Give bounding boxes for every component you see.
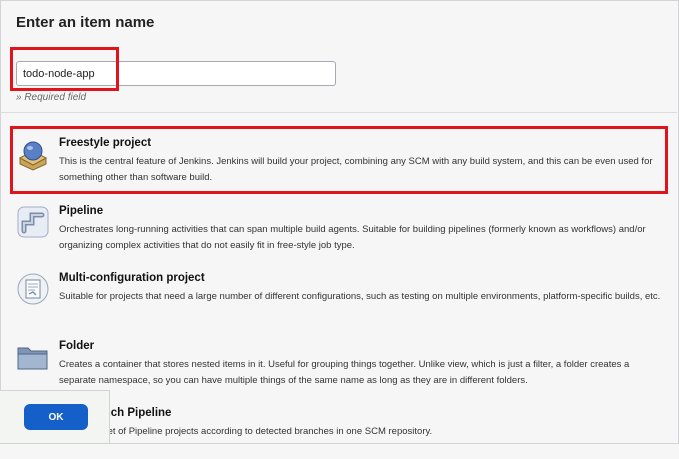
multi-configuration-icon [16, 272, 50, 306]
item-type-pipeline[interactable]: Pipeline Orchestrates long-running activ… [16, 205, 666, 257]
item-type-folder[interactable]: Folder Creates a container that stores n… [16, 340, 666, 392]
item-type-label: Pipeline [59, 205, 104, 217]
item-type-description: Orchestrates long-running activities tha… [59, 224, 646, 251]
item-type-label: Folder [59, 340, 95, 352]
page-title: Enter an item name [16, 14, 155, 31]
item-type-multibranch-pipeline[interactable]: Multibranch Pipeline Creates a set of Pi… [16, 407, 666, 459]
item-type-multi-configuration-project[interactable]: Multi-configuration project Suitable for… [16, 272, 666, 324]
item-name-input[interactable] [16, 61, 336, 86]
item-type-label: Freestyle project [59, 137, 152, 149]
required-field-note: » Required field [16, 92, 87, 103]
freestyle-project-icon [16, 137, 50, 171]
item-type-freestyle-project[interactable]: Freestyle project This is the central fe… [16, 137, 666, 189]
item-type-description: Creates a set of Pipeline projects accor… [59, 426, 433, 437]
ok-button[interactable]: OK [24, 404, 88, 430]
section-divider [0, 112, 677, 113]
item-type-description: This is the central feature of Jenkins. … [59, 156, 653, 183]
item-type-description: Creates a container that stores nested i… [59, 359, 630, 386]
folder-icon [16, 340, 50, 374]
item-type-label: Multi-configuration project [59, 272, 205, 284]
item-type-description: Suitable for projects that need a large … [59, 291, 661, 302]
pipeline-icon [16, 205, 50, 239]
